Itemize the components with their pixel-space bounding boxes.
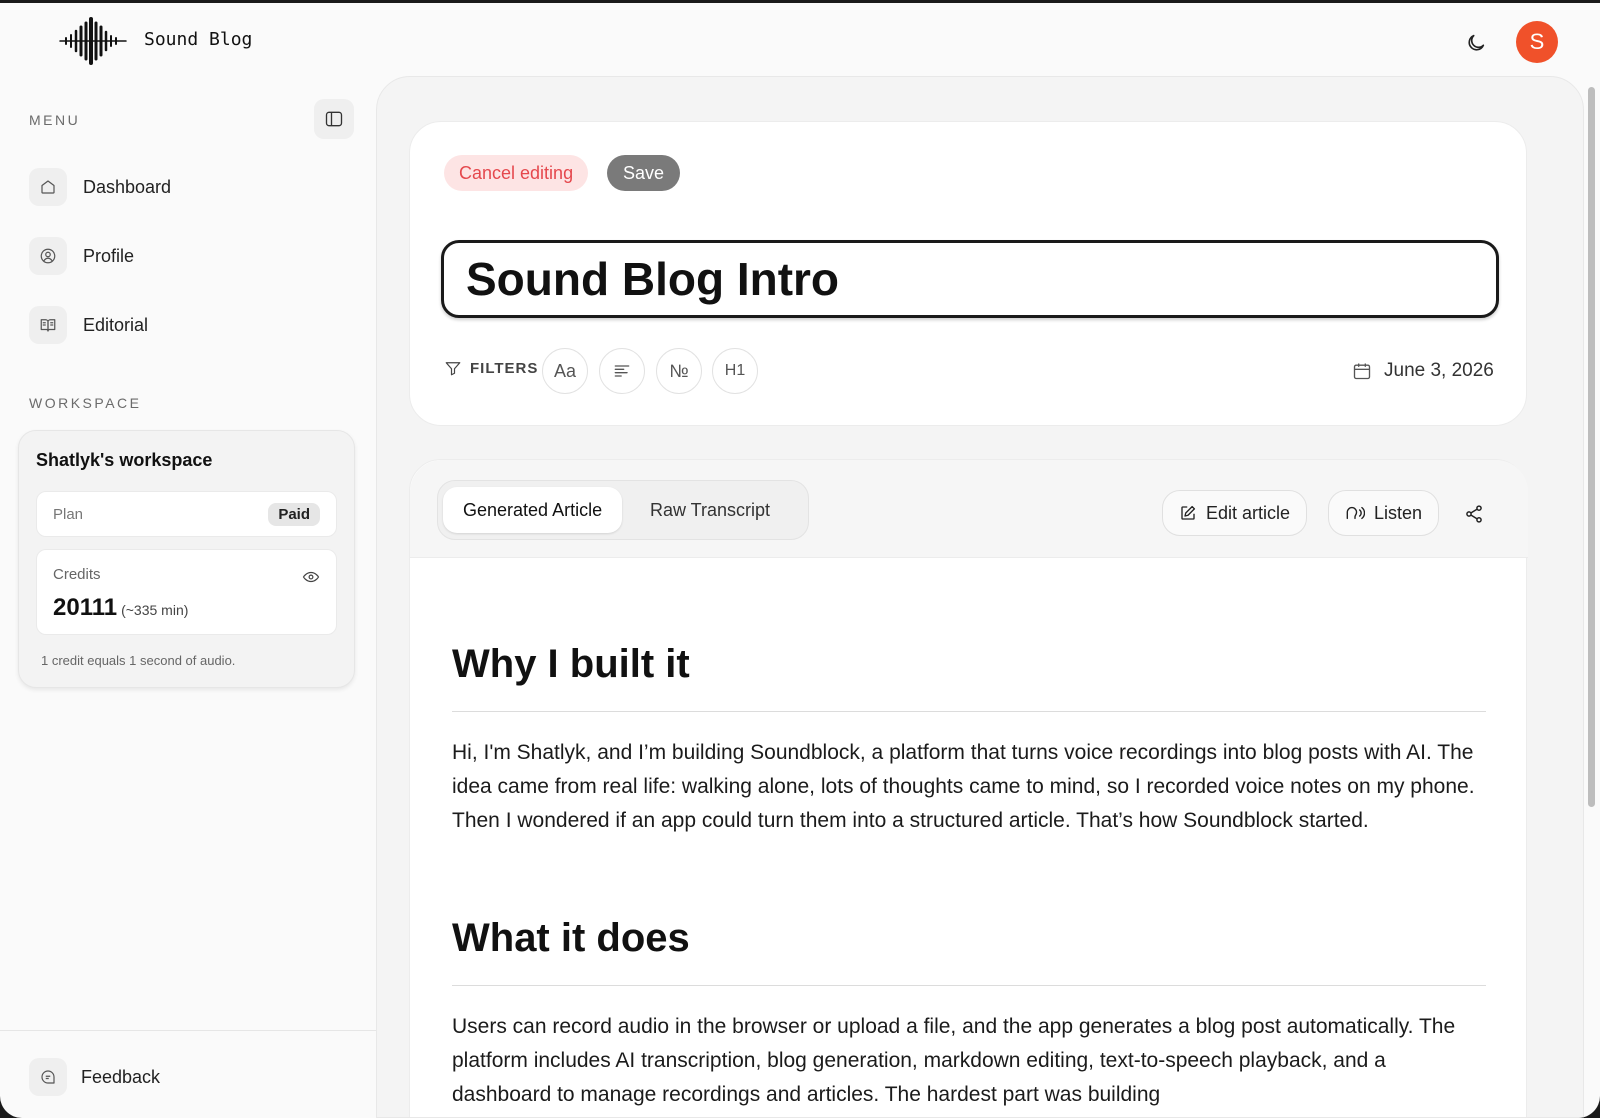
edit-article-label: Edit article xyxy=(1206,502,1291,523)
section-paragraph: Hi, I'm Shatlyk, and I’m building Soundb… xyxy=(452,741,1475,832)
credits-label: Credits xyxy=(53,566,101,583)
share-icon xyxy=(1466,505,1482,523)
sidebar-divider xyxy=(0,1030,376,1031)
credits-box: Credits 20111 (~335 min) xyxy=(36,549,337,635)
sidebar-item-editorial[interactable]: Editorial xyxy=(29,306,148,344)
heading-icon: H1 xyxy=(724,362,746,379)
share-button[interactable] xyxy=(1462,502,1486,526)
save-button[interactable]: Save xyxy=(607,155,681,191)
sound-wave-logo-icon xyxy=(59,17,127,65)
font-case-icon: Aa xyxy=(553,360,577,381)
font-case-button[interactable]: Aa xyxy=(542,348,588,394)
brand-name[interactable]: Sound Blog xyxy=(144,29,252,50)
article-card: Generated Article Raw Transcript Edit ar… xyxy=(409,459,1528,1117)
align-left-icon xyxy=(614,365,630,377)
title-input[interactable] xyxy=(441,240,1499,318)
credits-value: 20111 (~335 min) xyxy=(53,594,188,622)
credits-number: 20111 xyxy=(53,594,118,621)
chat-bubble-icon xyxy=(29,1058,67,1096)
main-panel: Cancel editing Save FILTERS Aa № H xyxy=(376,76,1584,1118)
user-avatar-button[interactable]: S xyxy=(1516,21,1558,63)
eye-icon[interactable] xyxy=(302,568,320,591)
date-label: June 3, 2026 xyxy=(1384,360,1494,381)
numero-button[interactable]: № xyxy=(656,348,702,394)
sidebar-item-profile[interactable]: Profile xyxy=(29,237,134,275)
article-tabs: Generated Article Raw Transcript xyxy=(437,480,809,540)
top-bar: Sound Blog S xyxy=(0,3,1600,79)
tab-generated-article[interactable]: Generated Article xyxy=(443,487,623,533)
tab-raw-transcript[interactable]: Raw Transcript xyxy=(630,487,790,533)
plan-badge: Paid xyxy=(268,503,320,526)
edit-article-button[interactable]: Edit article xyxy=(1162,490,1308,536)
article-date: June 3, 2026 xyxy=(1352,360,1494,382)
heading-button[interactable]: H1 xyxy=(712,348,758,394)
filter-funnel-icon xyxy=(445,362,461,376)
credits-note: 1 credit equals 1 second of audio. xyxy=(41,653,236,668)
align-left-button[interactable] xyxy=(599,348,645,394)
workspace-card: Shatlyk's workspace Plan Paid Credits 20… xyxy=(18,430,355,688)
pencil-square-icon xyxy=(1181,505,1196,520)
feedback-button[interactable]: Feedback xyxy=(29,1058,160,1096)
sidebar-item-dashboard[interactable]: Dashboard xyxy=(29,168,171,206)
user-circle-icon xyxy=(29,237,67,275)
listen-button[interactable]: Listen xyxy=(1328,490,1440,536)
sidebar-item-label: Editorial xyxy=(83,314,149,335)
filters-label: FILTERS xyxy=(470,359,539,377)
workspace-section-label: WORKSPACE xyxy=(29,395,142,411)
filters-button[interactable]: FILTERS xyxy=(444,359,538,377)
collapse-sidebar-button[interactable] xyxy=(314,99,354,139)
sidebar-item-label: Profile xyxy=(83,245,135,266)
plan-label: Plan xyxy=(53,506,84,523)
workspace-title: Shatlyk's workspace xyxy=(36,450,213,470)
section-heading: What it does xyxy=(452,916,1486,986)
speaking-head-icon xyxy=(1346,506,1365,520)
credits-minutes: (~335 min) xyxy=(121,602,189,618)
plan-row: Plan Paid xyxy=(36,491,337,537)
section-heading: Why I built it xyxy=(452,642,1486,712)
calendar-icon xyxy=(1353,363,1371,380)
app-window: Sound Blog S MENU Dashboard Profile Edit… xyxy=(0,3,1600,1118)
scrollbar-thumb[interactable] xyxy=(1588,87,1595,807)
listen-label: Listen xyxy=(1374,502,1423,523)
sidebar-item-label: Dashboard xyxy=(83,176,172,197)
cancel-editing-button[interactable]: Cancel editing xyxy=(444,155,589,191)
menu-section-label: MENU xyxy=(29,112,81,128)
sidebar-toggle-icon xyxy=(325,111,343,127)
numero-icon: № xyxy=(669,360,689,381)
moon-icon xyxy=(1468,34,1485,51)
feedback-label: Feedback xyxy=(81,1066,161,1087)
section-paragraph: Users can record audio in the browser or… xyxy=(452,1015,1456,1106)
book-open-icon xyxy=(29,306,67,344)
article-toolbar: Generated Article Raw Transcript Edit ar… xyxy=(410,460,1528,558)
sidebar: MENU Dashboard Profile Editorial WORKSPA… xyxy=(0,79,376,1118)
dark-mode-toggle-button[interactable] xyxy=(1462,29,1490,57)
home-icon xyxy=(29,168,67,206)
edit-header-card: Cancel editing Save FILTERS Aa № H xyxy=(409,121,1527,426)
